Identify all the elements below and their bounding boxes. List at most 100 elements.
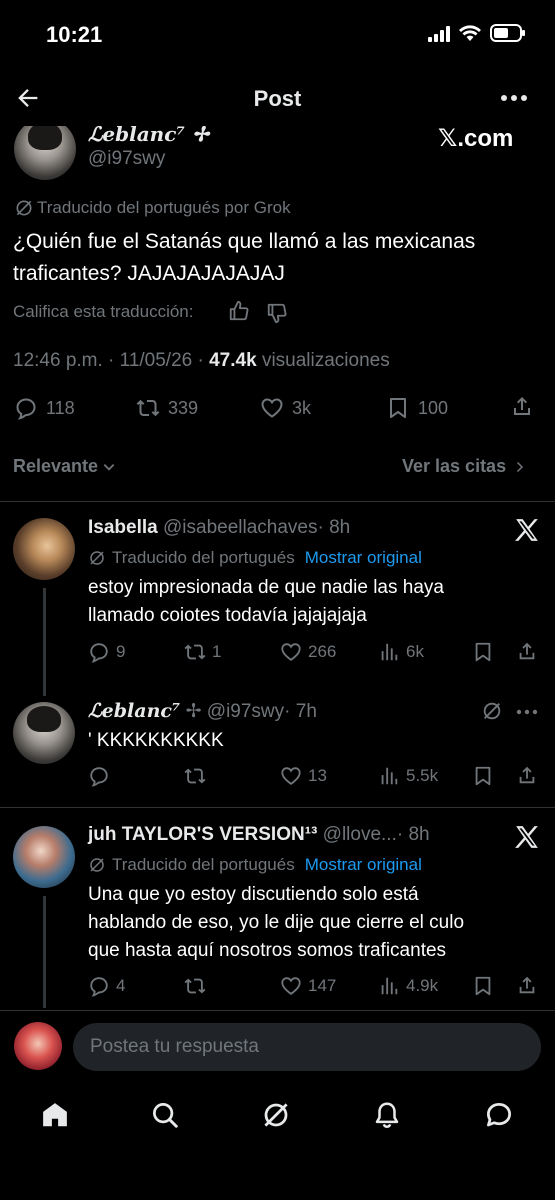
grok-button[interactable]	[481, 700, 503, 722]
reply-repost-button[interactable]: 1	[184, 641, 221, 663]
reply-handle[interactable]: @isabeellachaves	[163, 517, 318, 538]
author-name[interactable]: ℒeblanc⁷ ✢	[88, 126, 209, 146]
author-handle[interactable]: @i97swy	[88, 148, 165, 170]
repost-icon	[184, 768, 206, 784]
sort-dropdown[interactable]: Relevante	[13, 456, 116, 477]
repost-icon	[184, 644, 206, 660]
reply-repost-button[interactable]	[184, 975, 212, 997]
show-original-link[interactable]: Mostrar original	[305, 548, 422, 568]
reply-text-line-2: hablando de eso, yo le dije que cierre e…	[88, 912, 465, 933]
grok-icon	[264, 1103, 288, 1127]
post-bookmark-button[interactable]: 100	[386, 396, 448, 420]
reply-share-button[interactable]	[516, 640, 538, 662]
reply-repost-count: 1	[212, 642, 222, 661]
rate-translation-label: Califica esta traducción:	[13, 302, 194, 321]
reply-like-count: 147	[308, 976, 337, 995]
reply-avatar[interactable]	[13, 702, 75, 764]
divider	[0, 807, 555, 808]
nav-grok[interactable]	[261, 1100, 291, 1130]
reply-time: · 7h	[284, 701, 317, 722]
view-quotes-link[interactable]: Ver las citas	[402, 456, 526, 477]
reply-name[interactable]: ℒeblanc⁷	[88, 700, 180, 722]
repost-icon	[136, 399, 160, 417]
reply-translated-row: Traducido del portugués Mostrar original	[88, 855, 422, 875]
post-timestamp: 12:46 p.m. · 11/05/26 ·	[13, 350, 204, 371]
reply-name[interactable]: juh TAYLOR'S VERSION¹³	[88, 824, 317, 845]
reply-more-button[interactable]	[516, 708, 538, 716]
reply-name[interactable]: Isabella	[88, 517, 158, 538]
post-reply-button[interactable]: 118	[14, 396, 75, 420]
post-reply-count: 118	[46, 397, 75, 418]
reply-like-button[interactable]: 266	[280, 641, 336, 663]
nav-search[interactable]	[150, 1100, 180, 1130]
reply-repost-button[interactable]	[184, 765, 212, 787]
repost-icon	[184, 978, 206, 994]
reply-reply-button[interactable]	[88, 765, 116, 787]
reply-views-count: 4.9k	[406, 976, 439, 995]
thumb-down-button[interactable]	[266, 302, 288, 324]
reply-bookmark-button[interactable]	[472, 975, 494, 997]
chevron-right-icon	[517, 461, 524, 472]
thread-line	[43, 896, 46, 1008]
post-author-row: ℒeblanc⁷ ✢ @i97swy 𝕏.com	[0, 126, 555, 196]
author-avatar[interactable]	[14, 126, 76, 180]
post-repost-button[interactable]: 339	[136, 396, 198, 420]
reply-like-count: 13	[308, 766, 327, 785]
nav-messages[interactable]	[484, 1100, 514, 1130]
share-icon	[519, 766, 535, 784]
reply-views-button[interactable]: 5.5k	[378, 765, 438, 787]
reply-avatar[interactable]	[13, 826, 75, 888]
reply-reply-button[interactable]: 9	[88, 641, 125, 663]
reply-views-button[interactable]: 6k	[378, 641, 424, 663]
notifications-icon	[375, 1102, 399, 1128]
my-avatar[interactable]	[14, 1022, 62, 1070]
views-icon	[381, 643, 398, 661]
bookmark-icon	[390, 398, 406, 418]
show-original-link[interactable]: Mostrar original	[305, 855, 422, 875]
reply-translated-note: Traducido del portugués	[112, 855, 295, 874]
grok-icon	[483, 702, 501, 720]
reply-share-button[interactable]	[516, 974, 538, 996]
bookmark-icon	[475, 642, 491, 662]
more-options-button[interactable]	[500, 90, 528, 106]
reply-views-count: 6k	[406, 642, 424, 661]
nav-notifications[interactable]	[372, 1100, 402, 1130]
post-share-button[interactable]	[510, 394, 534, 418]
nav-home[interactable]	[40, 1100, 70, 1130]
post-repost-count: 339	[168, 397, 199, 418]
share-icon	[519, 976, 535, 994]
thumb-up-button[interactable]	[228, 300, 250, 322]
reply-bookmark-button[interactable]	[472, 641, 494, 663]
bookmark-icon	[475, 976, 491, 996]
share-icon	[519, 642, 535, 660]
reply-like-button[interactable]: 13	[280, 765, 327, 787]
views-label: visualizaciones	[261, 350, 390, 371]
post-like-button[interactable]: 3k	[260, 396, 311, 420]
grok-icon	[90, 858, 104, 872]
post-text-line-1: ¿Quién fue el Satanás que llamó a las me…	[13, 230, 476, 253]
reply-header: ℒeblanc⁷ ✢ @i97swy· 7h	[88, 700, 317, 723]
status-time: 10:21	[46, 22, 103, 47]
like-icon	[281, 643, 301, 661]
translated-note[interactable]: Traducido del portugués por Grok	[37, 198, 291, 218]
post-bookmark-count: 100	[418, 397, 449, 418]
reply-reply-button[interactable]: 4	[88, 975, 125, 997]
reply-handle[interactable]: @llove...	[323, 824, 397, 845]
reply-share-button[interactable]	[516, 764, 538, 786]
reply-like-button[interactable]: 147	[280, 975, 336, 997]
reply-avatar[interactable]	[13, 518, 75, 580]
reply-bookmark-button[interactable]	[472, 765, 494, 787]
more-icon	[516, 709, 538, 715]
reply-text-line-1: ' KKKKKKKKKK	[88, 730, 224, 751]
search-icon	[153, 1103, 178, 1128]
reply-composer[interactable]: Postea tu respuesta	[73, 1023, 541, 1071]
reply-views-button[interactable]: 4.9k	[378, 975, 438, 997]
sort-label: Relevante	[13, 456, 99, 476]
header-title: Post	[253, 86, 302, 111]
reply-translated-row: Traducido del portugués Mostrar original	[88, 548, 422, 568]
reply-handle[interactable]: ✢ @i97swy	[186, 701, 285, 722]
messages-icon	[487, 1103, 511, 1127]
like-icon	[281, 767, 301, 785]
reply-header: juh TAYLOR'S VERSION¹³ @llove...· 8h	[88, 824, 430, 846]
reply-header: Isabella @isabeellachaves· 8h	[88, 517, 350, 539]
